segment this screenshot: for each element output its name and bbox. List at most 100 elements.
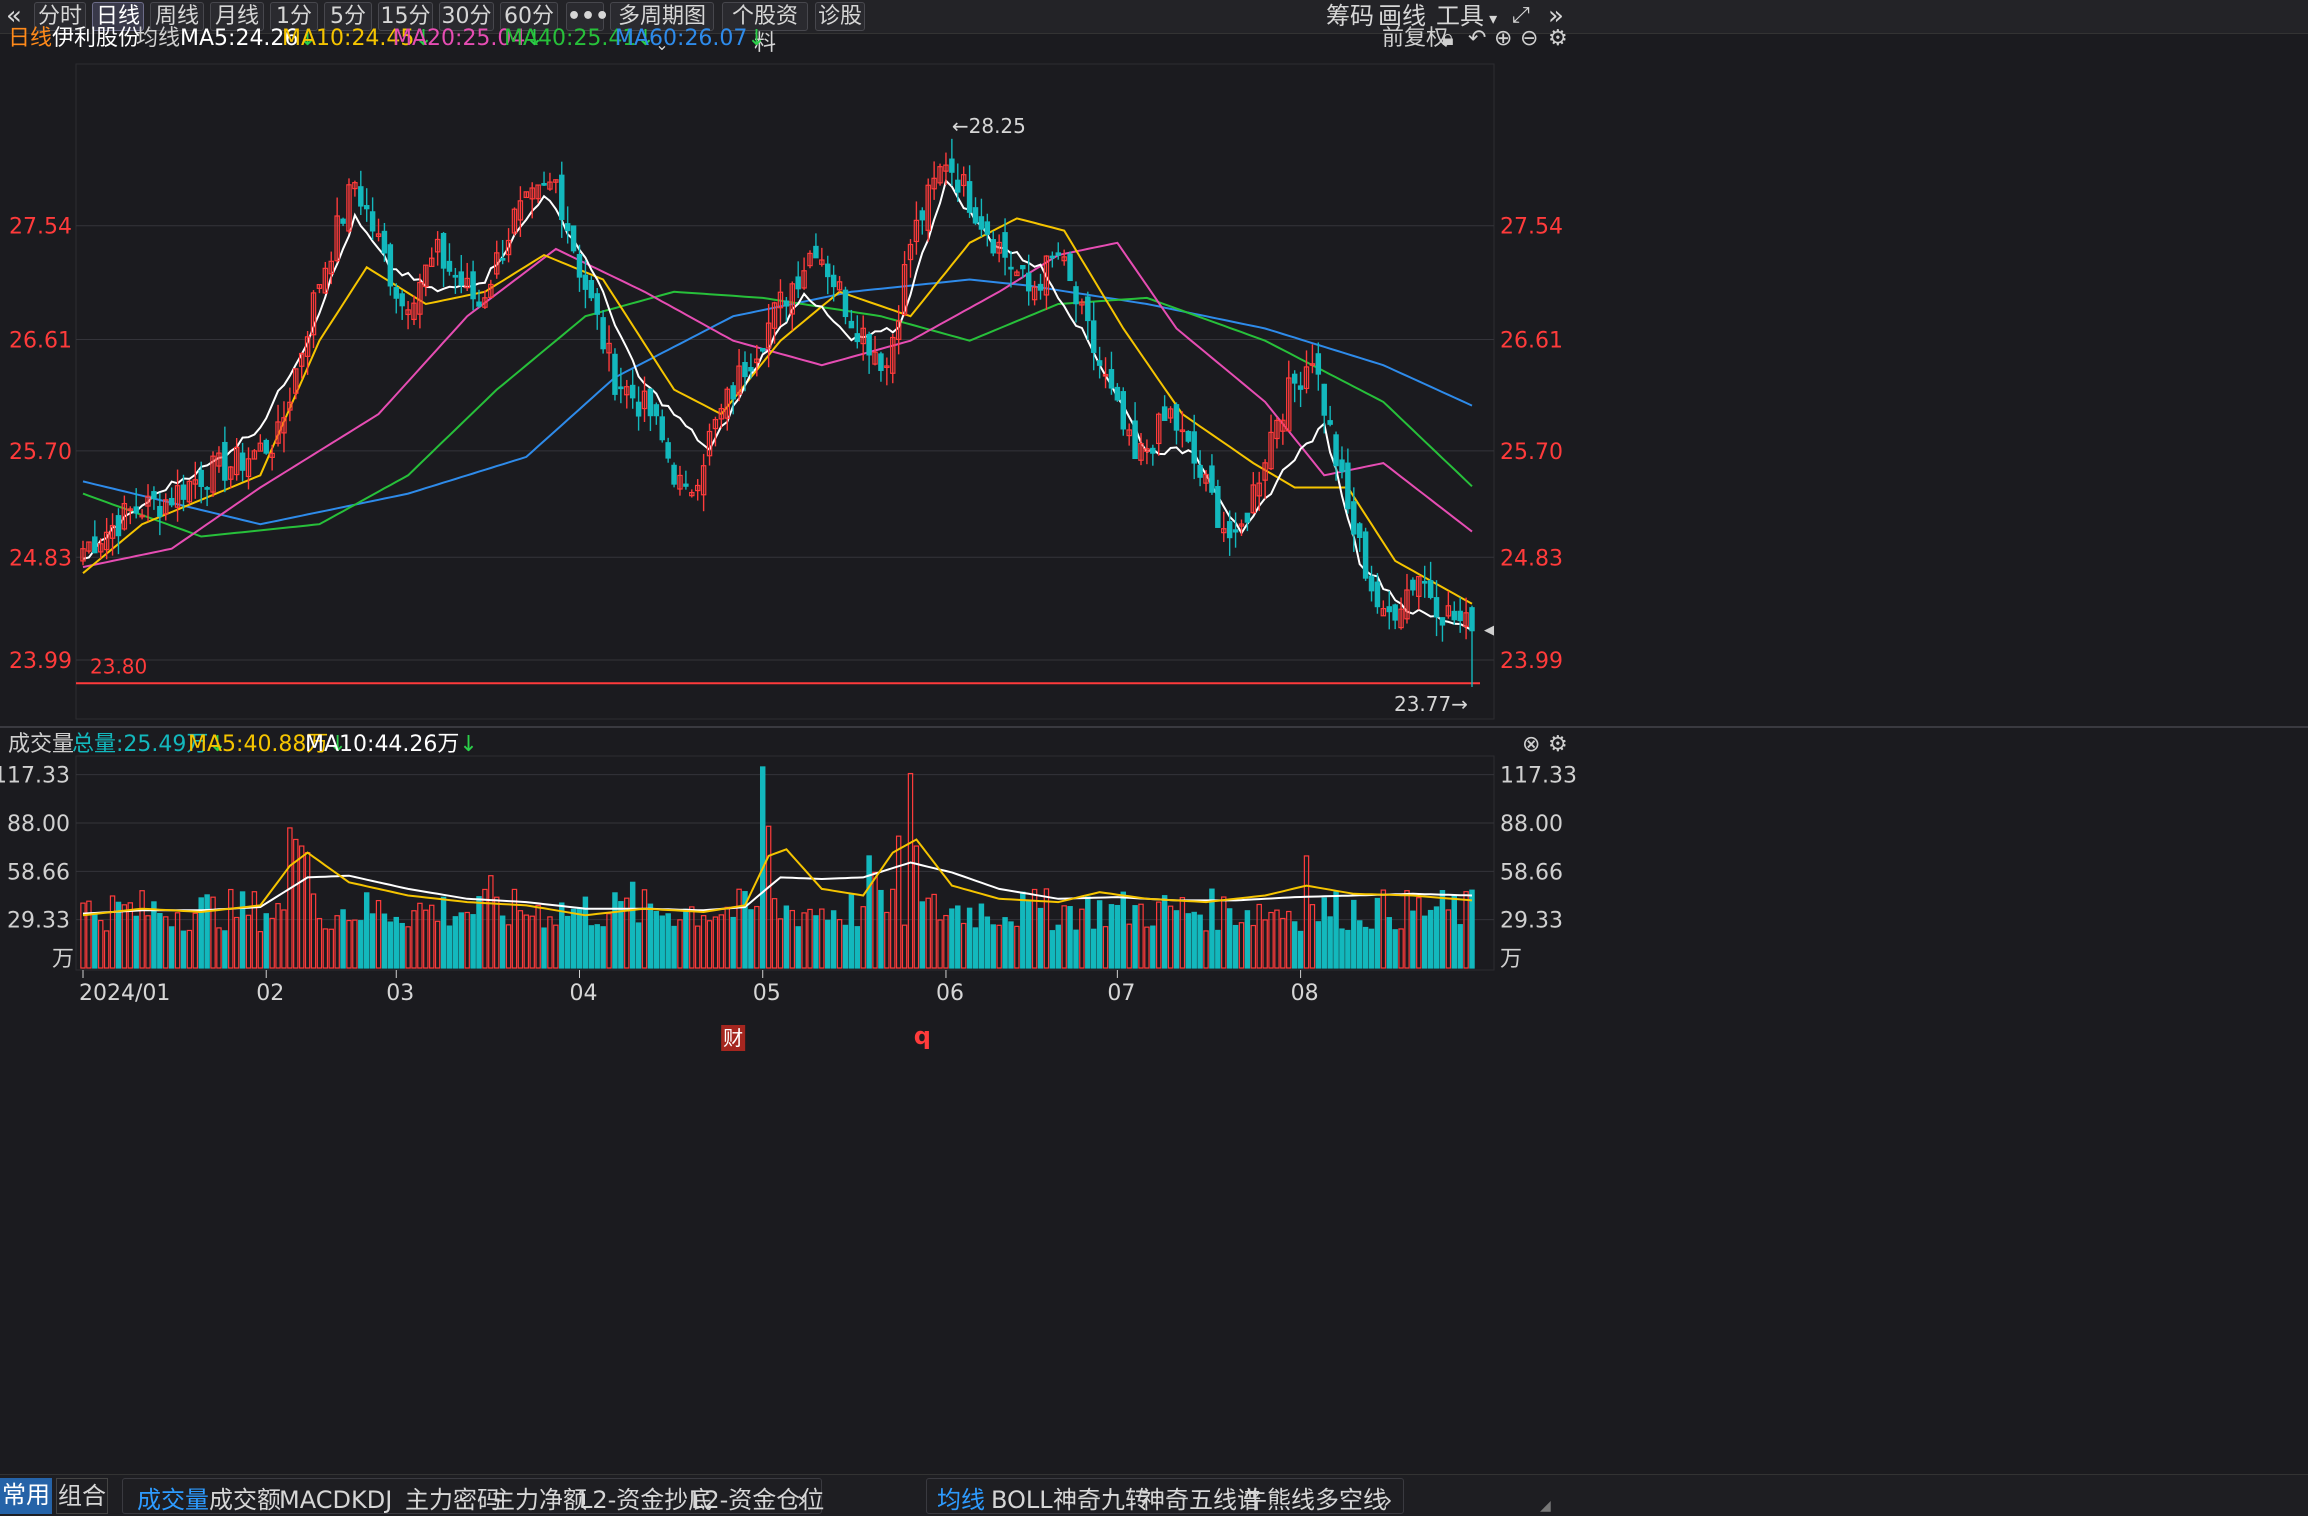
volume-bar [1380, 889, 1387, 969]
candle-body [647, 388, 654, 417]
candle-body [328, 260, 334, 275]
undo-icon[interactable]: ↶ [1468, 24, 1486, 54]
candle-body [1291, 373, 1298, 384]
volume-bar [1055, 924, 1061, 969]
tab-kdj[interactable]: KDJ [351, 1483, 392, 1516]
volume-bar [718, 914, 725, 969]
gear-icon[interactable]: ⚙ [1548, 730, 1568, 760]
candle-body [251, 450, 258, 460]
chevron-right-icon[interactable]: › [797, 1483, 807, 1516]
tab-nine-turn[interactable]: 神奇九转 [1053, 1483, 1149, 1516]
candle-body [866, 333, 872, 356]
candle-body [109, 524, 116, 539]
tab-common[interactable]: 常用 [0, 1478, 52, 1514]
resize-grip-icon[interactable]: ◢ [1540, 1489, 1551, 1516]
volume-bar [263, 913, 269, 969]
volume-bar [139, 890, 145, 969]
volume-bar [423, 909, 429, 969]
candle-body [848, 320, 855, 329]
candle-body [1315, 353, 1322, 375]
gear-icon[interactable]: ⚙ [1548, 24, 1568, 54]
lock-icon[interactable]: 🔒︎ [1442, 24, 1454, 54]
candle-body [1392, 604, 1398, 621]
volume-bar [1191, 911, 1197, 969]
stock-name[interactable]: 伊利股份 [52, 24, 140, 54]
close-icon[interactable]: ⊗ [1522, 730, 1540, 760]
volume-bar [1079, 908, 1085, 969]
volume-bar [659, 915, 665, 969]
volume-bar [677, 919, 683, 969]
volume-bar [949, 908, 955, 969]
volume-bar [600, 926, 606, 969]
candle-body [700, 465, 707, 496]
candle-body [310, 292, 317, 336]
volume-bar [1469, 889, 1475, 969]
tab-turnover[interactable]: 成交额 [209, 1483, 281, 1516]
tab-combo[interactable]: 组合 [56, 1478, 108, 1514]
tab-boll[interactable]: BOLL [991, 1483, 1053, 1516]
candle-body [535, 184, 541, 200]
diagnose-button[interactable]: 诊股 [815, 2, 865, 31]
candle-body [759, 347, 766, 352]
candle-body [694, 484, 701, 492]
candle-body [1114, 386, 1121, 401]
chips-button[interactable]: 筹码 [1326, 0, 1374, 32]
volume-bar [198, 897, 204, 969]
candle-body [499, 257, 506, 261]
volume-bar [1179, 897, 1186, 969]
candle-body [1356, 523, 1363, 538]
volume-bar [529, 915, 535, 969]
candle-body [1333, 434, 1339, 467]
candle-body [724, 388, 730, 419]
volume-bar [393, 916, 399, 969]
high-price-label: ←28.25 [952, 114, 1026, 138]
volume-bar [1073, 929, 1079, 969]
volume-bar [653, 910, 660, 969]
volume-bar [665, 913, 671, 969]
volume-bar [517, 910, 524, 969]
tab-long-short[interactable]: 多空线 [1315, 1483, 1387, 1516]
ma-label[interactable]: 均线 [136, 24, 180, 54]
volume-bar [192, 912, 199, 969]
candle-body [1386, 606, 1392, 613]
tab-volume[interactable]: 成交量 [137, 1483, 209, 1516]
adjust-mode-button[interactable]: 前复权 [1382, 24, 1448, 54]
candle-body [1161, 406, 1168, 421]
volume-bar [1096, 900, 1103, 969]
candle-body [949, 158, 955, 173]
tab-macd[interactable]: MACD [279, 1483, 351, 1516]
price-tick-right: 26.61 [1500, 328, 1563, 353]
candle-body [1014, 271, 1020, 277]
candle-body [1049, 255, 1056, 259]
tab-main-code[interactable]: 主力密码 [405, 1483, 501, 1516]
candle-body [239, 452, 246, 471]
volume-bar [553, 924, 559, 969]
volume-bar [830, 910, 837, 969]
volume-bar [1008, 921, 1014, 969]
candle-body [1362, 531, 1369, 579]
candle-body [405, 309, 411, 316]
tab-bull-bear[interactable]: 牛熊线 [1243, 1483, 1315, 1516]
candle-body [1203, 473, 1209, 484]
candle-body [363, 205, 370, 210]
volume-title: 成交量 [8, 732, 75, 757]
candle-body [966, 181, 973, 213]
volume-bar [1333, 891, 1339, 969]
zoom-in-icon[interactable]: ⊕ [1494, 24, 1512, 54]
ma5-line [82, 178, 1473, 632]
tab-main-net[interactable]: 主力净额 [491, 1483, 587, 1516]
candle-body [1020, 265, 1026, 270]
volume-bar [293, 838, 299, 969]
volume-bar [913, 845, 920, 969]
volume-bar [1321, 897, 1327, 969]
candle-body [168, 497, 175, 506]
candle-body [570, 225, 577, 252]
ma20-line [82, 241, 1473, 569]
candle-body [1173, 404, 1180, 431]
zoom-out-icon[interactable]: ⊖ [1520, 24, 1538, 54]
candle-body [712, 418, 719, 430]
volume-bar [819, 908, 825, 969]
chevron-right-icon[interactable]: › [1383, 1483, 1393, 1516]
candle-body [925, 184, 931, 231]
tab-ma[interactable]: 均线 [937, 1483, 985, 1516]
